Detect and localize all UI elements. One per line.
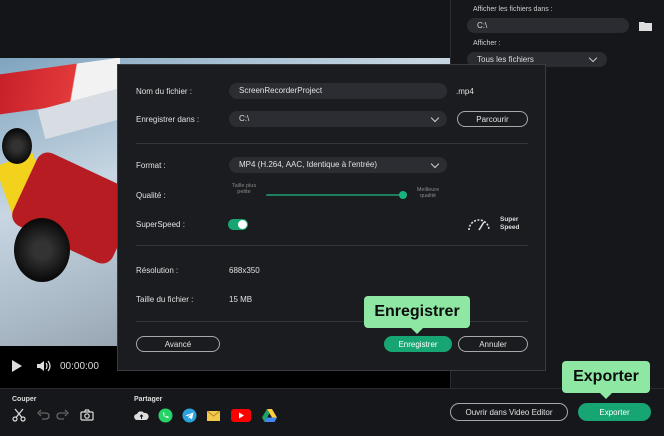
format-label: Format : bbox=[136, 161, 166, 170]
divider bbox=[136, 143, 528, 144]
filename-input[interactable]: ScreenRecorderProject bbox=[229, 83, 447, 99]
quality-max-label: Meilleure qualité bbox=[416, 187, 440, 199]
quality-slider-thumb[interactable] bbox=[399, 191, 408, 199]
filesize-value: 15 MB bbox=[229, 295, 253, 304]
google-drive-icon[interactable] bbox=[262, 408, 277, 423]
superspeed-label: SuperSpeed : bbox=[136, 220, 185, 229]
undo-icon[interactable] bbox=[36, 408, 50, 422]
scissors-icon[interactable] bbox=[12, 408, 26, 422]
show-files-in-field[interactable]: C:\ bbox=[467, 18, 629, 33]
open-in-video-editor-button[interactable]: Ouvrir dans Video Editor bbox=[450, 403, 568, 421]
export-callout: Exporter bbox=[562, 361, 650, 399]
cancel-button[interactable]: Annuler bbox=[458, 336, 528, 352]
advanced-button[interactable]: Avancé bbox=[136, 336, 220, 352]
filesize-label: Taille du fichier : bbox=[136, 295, 194, 304]
mail-icon[interactable] bbox=[206, 408, 221, 423]
youtube-icon[interactable] bbox=[231, 408, 251, 423]
telegram-icon[interactable] bbox=[182, 408, 197, 423]
filename-label: Nom du fichier : bbox=[136, 87, 193, 96]
whatsapp-icon[interactable] bbox=[158, 408, 173, 423]
redo-icon[interactable] bbox=[56, 408, 70, 422]
format-select[interactable]: MP4 (H.264, AAC, Identique à l'entrée) bbox=[229, 157, 447, 173]
playback-time: 00:00:00 bbox=[60, 361, 99, 372]
quality-label: Qualité : bbox=[136, 191, 166, 200]
export-button[interactable]: Exporter bbox=[578, 403, 651, 421]
play-icon[interactable] bbox=[12, 360, 22, 372]
share-section-label: Partager bbox=[134, 396, 163, 403]
folder-icon[interactable] bbox=[639, 21, 652, 31]
camera-icon[interactable] bbox=[80, 408, 94, 422]
top-bar bbox=[0, 0, 450, 58]
quality-slider-track[interactable] bbox=[266, 194, 406, 196]
resolution-value: 688x350 bbox=[229, 266, 260, 275]
superspeed-badge: Super Speed bbox=[500, 216, 520, 231]
browse-button[interactable]: Parcourir bbox=[457, 111, 528, 127]
resolution-label: Résolution : bbox=[136, 266, 179, 275]
show-label: Afficher : bbox=[473, 40, 501, 47]
save-in-label: Enregistrer dans : bbox=[136, 115, 200, 124]
show-files-in-label: Afficher les fichiers dans : bbox=[473, 6, 553, 13]
volume-icon[interactable] bbox=[36, 359, 52, 373]
file-extension: .mp4 bbox=[456, 87, 474, 96]
save-button[interactable]: Enregistrer bbox=[384, 336, 452, 352]
cloud-upload-icon[interactable] bbox=[134, 408, 149, 423]
speedometer-icon bbox=[468, 219, 490, 231]
save-callout: Enregistrer bbox=[364, 296, 470, 334]
cut-section-label: Couper bbox=[12, 396, 37, 403]
export-dialog: Nom du fichier : ScreenRecorderProject .… bbox=[117, 64, 546, 371]
divider bbox=[136, 245, 528, 246]
superspeed-toggle[interactable] bbox=[228, 219, 248, 230]
race-car-image bbox=[0, 128, 142, 318]
save-in-select[interactable]: C:\ bbox=[229, 111, 447, 127]
quality-min-label: Taille plus petite bbox=[231, 183, 257, 195]
